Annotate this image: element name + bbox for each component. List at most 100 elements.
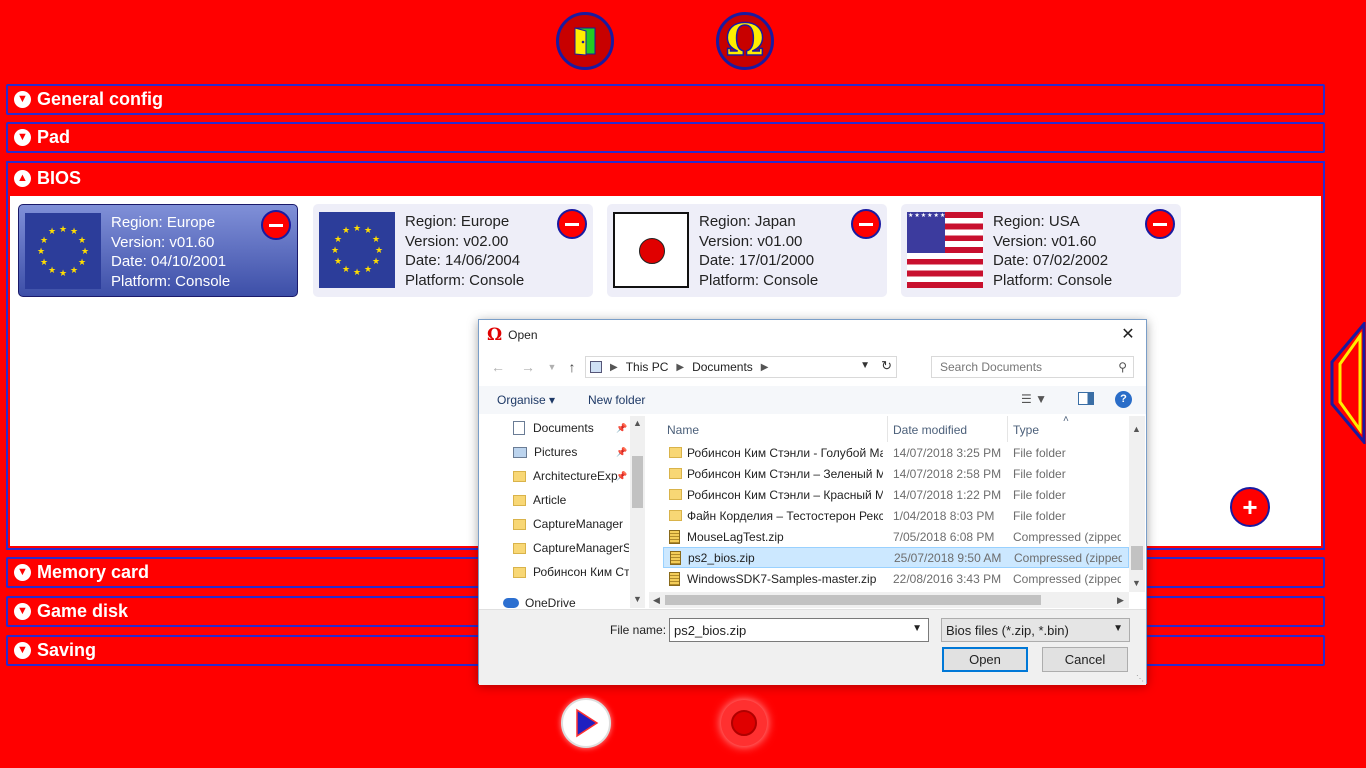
- pin-icon: 📌: [616, 447, 628, 457]
- section-general-config[interactable]: ▼ General config: [6, 84, 1325, 115]
- chevron-down-icon: ▼: [1113, 623, 1123, 634]
- star-icon: ★: [364, 225, 373, 236]
- resize-grip-icon[interactable]: ⋱: [1136, 674, 1144, 683]
- search-input[interactable]: Search Documents ⚲: [931, 356, 1134, 378]
- folder-icon: [669, 489, 682, 500]
- new-folder-button[interactable]: New folder: [588, 393, 645, 407]
- folder-icon: [669, 447, 682, 458]
- chevron-down-icon[interactable]: ▼: [860, 360, 870, 371]
- nav-item-pictures[interactable]: Pictures: [513, 442, 629, 462]
- scroll-down-icon[interactable]: ▼: [1129, 576, 1144, 590]
- dialog-footer: File name: ps2_bios.zip ▼ Bios files (*.…: [479, 609, 1146, 685]
- chevron-up-icon: ▲: [14, 170, 31, 187]
- nav-item-documents[interactable]: Documents: [513, 418, 629, 438]
- remove-bios-button[interactable]: [1145, 209, 1175, 239]
- play-button[interactable]: [561, 698, 611, 748]
- nav-item-capturemanager[interactable]: CaptureManager: [513, 514, 629, 534]
- star-icon: ★: [353, 266, 362, 277]
- column-date[interactable]: Date modified: [893, 423, 967, 437]
- file-row[interactable]: Робинсон Ким Стэнли - Голубой Марс 14/07…: [663, 442, 1129, 463]
- file-row-selected[interactable]: ps2_bios.zip 25/07/2018 9:50 AM Compress…: [663, 547, 1129, 568]
- open-button[interactable]: Open: [942, 647, 1028, 672]
- nav-item-capturemanagers[interactable]: CaptureManagerS: [513, 538, 629, 558]
- app-omega-icon: Ω: [487, 325, 503, 345]
- nav-item-architectureexp[interactable]: ArchitectureExp: [513, 466, 629, 486]
- help-icon[interactable]: ?: [1115, 391, 1132, 408]
- preview-pane-icon[interactable]: [1078, 392, 1094, 405]
- about-button[interactable]: Ω: [716, 12, 774, 70]
- file-row[interactable]: Робинсон Ким Стэнли – Красный Марс 14/07…: [663, 484, 1129, 505]
- column-type[interactable]: Type: [1013, 423, 1039, 437]
- view-options-icon[interactable]: ☰ ▼: [1021, 392, 1047, 406]
- remove-bios-button[interactable]: [851, 209, 881, 239]
- file-name-input[interactable]: ps2_bios.zip ▼: [669, 618, 929, 642]
- nav-item-robinson[interactable]: Робинсон Ким Ст: [513, 562, 629, 582]
- scroll-down-icon[interactable]: ▼: [630, 592, 645, 606]
- bios-info: Region: USA Version: v01.60 Date: 07/02/…: [993, 213, 1113, 289]
- file-row[interactable]: MouseLagTest.zip 7/05/2018 6:08 PM Compr…: [663, 526, 1129, 547]
- scroll-up-icon[interactable]: ▲: [630, 416, 645, 430]
- eu-flag-icon: ★ ★ ★ ★ ★ ★ ★ ★ ★ ★ ★ ★: [25, 213, 101, 289]
- remove-bios-button[interactable]: [557, 209, 587, 239]
- address-bar[interactable]: ▶ This PC ▶ Documents ▶ ▼ ↻: [585, 356, 897, 378]
- breadcrumb-documents[interactable]: Documents: [692, 360, 753, 374]
- file-vertical-scrollbar[interactable]: ▲ ▼: [1129, 416, 1145, 592]
- star-icon: ★: [59, 267, 68, 278]
- star-icon: ★: [342, 225, 351, 236]
- star-icon: ★: [78, 234, 87, 245]
- file-horizontal-scrollbar[interactable]: ◀ ▶: [649, 592, 1129, 608]
- open-file-dialog: Ω Open ✕ ← → ▼ ↑ ▶ This PC ▶ Documents ▶…: [478, 319, 1147, 685]
- star-icon: ★: [70, 226, 79, 237]
- door-exit-icon: [574, 27, 596, 56]
- file-row[interactable]: WindowsSDK7-Samples-master.zip 22/08/201…: [663, 568, 1129, 589]
- bios-card-3[interactable]: Region: Japan Version: v01.00 Date: 17/0…: [607, 204, 887, 297]
- bios-info: Region: Europe Version: v01.60 Date: 04/…: [111, 214, 231, 290]
- up-arrow-icon[interactable]: ↑: [563, 358, 581, 376]
- scroll-up-icon[interactable]: ▲: [1129, 422, 1144, 436]
- chevron-down-icon[interactable]: ▼: [912, 623, 922, 634]
- nav-item-article[interactable]: Article: [513, 490, 629, 510]
- cancel-button[interactable]: Cancel: [1042, 647, 1128, 672]
- sort-up-icon: ˄: [1063, 416, 1069, 425]
- chevron-right-icon: ▶: [610, 361, 618, 373]
- back-arrow-icon[interactable]: ←: [489, 358, 507, 376]
- scroll-thumb[interactable]: [665, 595, 1041, 605]
- star-icon: ★: [37, 245, 46, 256]
- organise-button[interactable]: Organise ▾: [497, 393, 555, 407]
- close-button[interactable]: ✕: [1118, 325, 1138, 345]
- exit-button[interactable]: [556, 12, 614, 70]
- scroll-left-icon[interactable]: ◀: [649, 593, 664, 607]
- record-button[interactable]: [721, 700, 767, 746]
- bios-header[interactable]: ▲ BIOS: [8, 163, 1323, 194]
- minus-icon: [565, 222, 579, 226]
- folder-icon: [513, 542, 526, 554]
- star-icon: ★: [372, 233, 381, 244]
- star-icon: ★: [59, 223, 68, 234]
- japan-flag-icon: [613, 212, 689, 288]
- collapse-arrow-icon[interactable]: [1330, 322, 1366, 444]
- star-icon: ★: [331, 244, 340, 255]
- chevron-down-icon: ▼: [14, 129, 31, 146]
- section-pad[interactable]: ▼ Pad: [6, 122, 1325, 153]
- bios-card-4[interactable]: ★★★★★★★★★★★★★★★★★★★★★★★★★★★★★★★★★★★★★★ R…: [901, 204, 1181, 297]
- refresh-icon[interactable]: ↻: [881, 358, 892, 374]
- file-row[interactable]: Файн Корделия – Тестостерон Рекс 1/04/20…: [663, 505, 1129, 526]
- file-type-select[interactable]: Bios files (*.zip, *.bin) ▼: [941, 618, 1130, 642]
- scroll-thumb[interactable]: [1131, 546, 1143, 570]
- forward-arrow-icon[interactable]: →: [519, 358, 537, 376]
- star-icon: ★: [342, 263, 351, 274]
- add-bios-button[interactable]: +: [1230, 487, 1270, 527]
- nav-item-onedrive[interactable]: OneDrive: [503, 593, 619, 608]
- bios-info: Region: Japan Version: v01.00 Date: 17/0…: [699, 213, 819, 289]
- recent-dropdown-icon[interactable]: ▼: [543, 358, 561, 376]
- file-row[interactable]: Робинсон Ким Стэнли – Зеленый Марс 14/07…: [663, 463, 1129, 484]
- bios-card-1[interactable]: ★ ★ ★ ★ ★ ★ ★ ★ ★ ★ ★ ★ Region: Europe Version: v01…: [18, 204, 298, 297]
- bios-card-2[interactable]: ★ ★ ★ ★ ★ ★ ★ ★ ★ ★ ★ ★ Region: Europe Version: v02…: [313, 204, 593, 297]
- column-name[interactable]: Name: [667, 423, 699, 437]
- scroll-thumb[interactable]: [632, 456, 643, 508]
- breadcrumb-this-pc[interactable]: This PC: [626, 360, 669, 374]
- nav-scrollbar[interactable]: ▲ ▼: [630, 416, 645, 608]
- remove-bios-button[interactable]: [261, 210, 291, 240]
- scroll-right-icon[interactable]: ▶: [1113, 593, 1128, 607]
- pin-icon: 📌: [616, 423, 628, 433]
